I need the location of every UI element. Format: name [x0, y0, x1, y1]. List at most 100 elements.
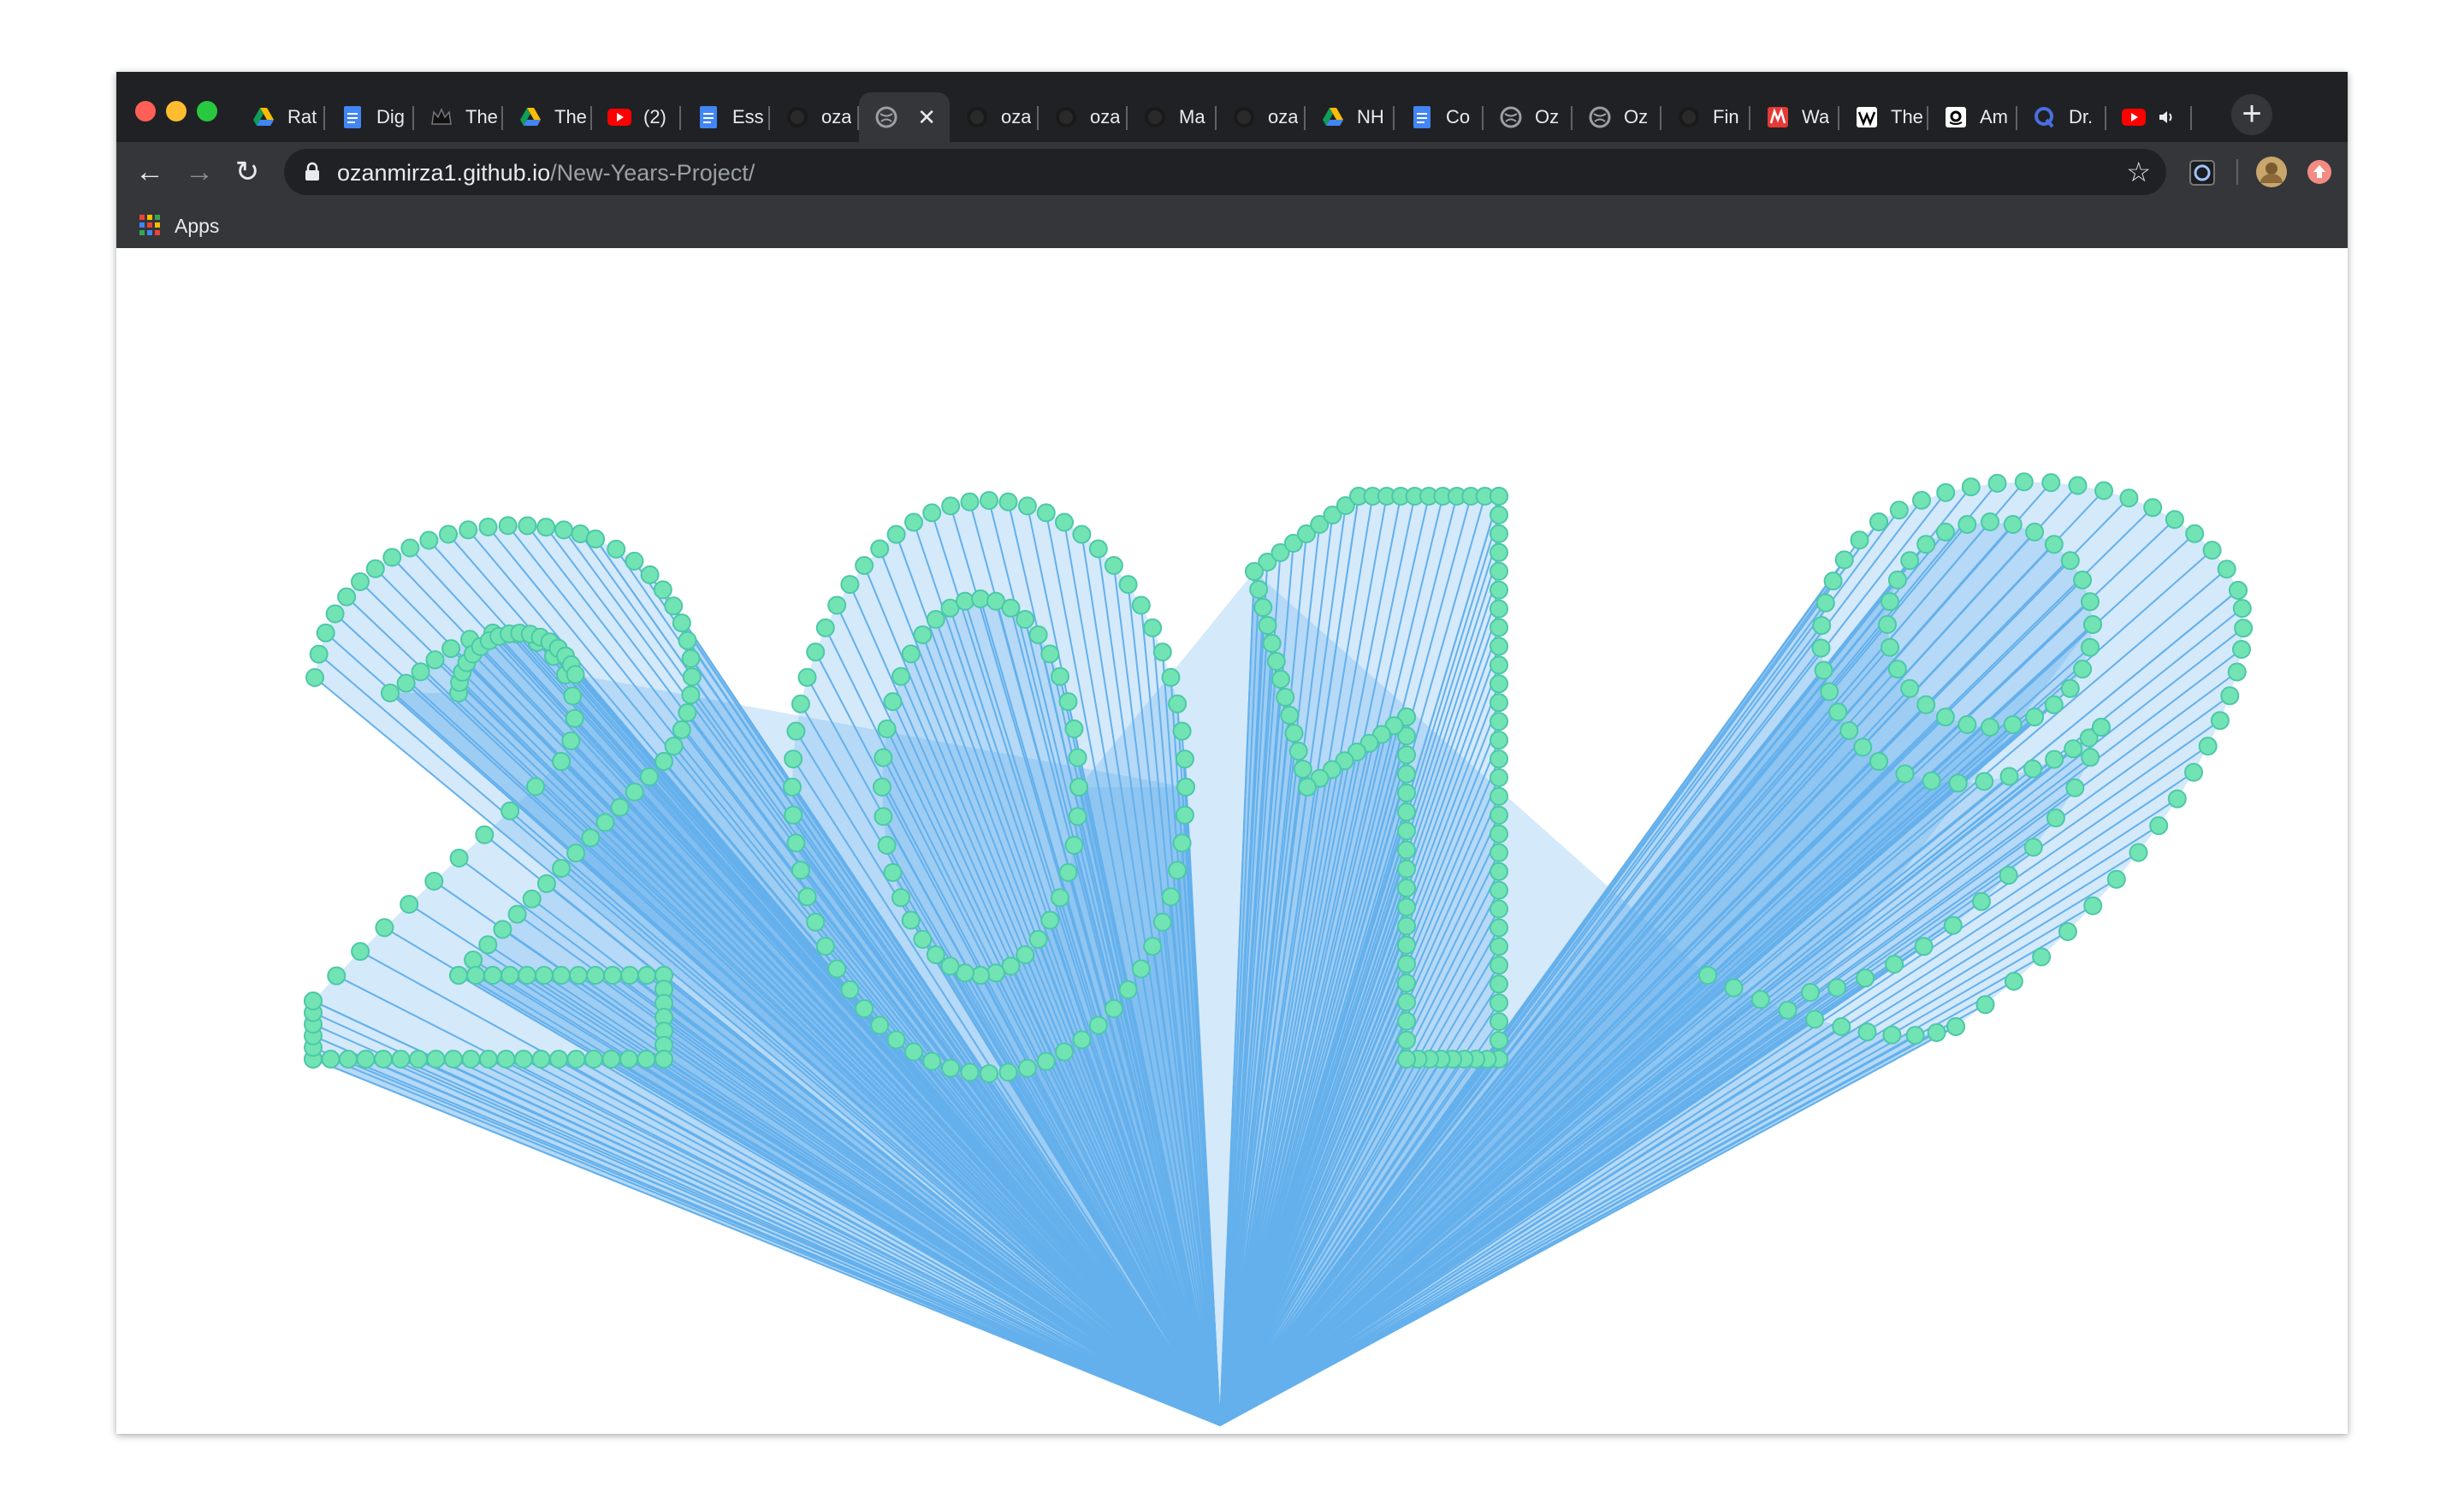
- outline-dot: [2081, 637, 2100, 657]
- tab-title: oza: [821, 106, 852, 127]
- tab-title: The: [554, 106, 587, 127]
- outline-dot: [1490, 993, 1508, 1013]
- outline-dot: [1161, 667, 1181, 687]
- tab-title: Dr.: [2069, 106, 2094, 127]
- google-drive-icon: [518, 105, 542, 129]
- outline-dot: [2064, 739, 2083, 759]
- reload-button[interactable]: ↻: [231, 156, 264, 188]
- outline-dot: [1293, 760, 1312, 779]
- apps-bookmark[interactable]: Apps: [175, 215, 219, 238]
- outline-dot: [1016, 610, 1035, 629]
- toolbar: ← → ↻ ozanmirza1.github.io/New-Years-Pro…: [116, 142, 2348, 202]
- outline-dot: [784, 749, 803, 769]
- audio-playing-icon[interactable]: [2158, 109, 2177, 126]
- outline-dot: [2044, 535, 2064, 554]
- outline-dot: [1069, 778, 1088, 796]
- outline-dot: [783, 778, 802, 796]
- tab-active[interactable]: ✕: [859, 92, 950, 142]
- outline-dot: [1490, 899, 1508, 919]
- outline-dot: [2232, 599, 2252, 619]
- tab-close-icon[interactable]: ✕: [917, 104, 936, 131]
- tab[interactable]: oza: [1217, 92, 1306, 142]
- outline-dot: [1143, 937, 1163, 956]
- new-tab-button[interactable]: +: [2231, 94, 2272, 135]
- bookmark-star-icon[interactable]: ☆: [2126, 156, 2151, 188]
- outline-dot: [2083, 615, 2102, 634]
- outline-dot: [1068, 807, 1087, 826]
- outline-dot: [2045, 749, 2064, 769]
- outline-dot: [1118, 980, 1138, 999]
- tab[interactable]: Dr.: [2017, 92, 2106, 142]
- outline-dot: [1958, 515, 1977, 534]
- tab-title: oza: [1268, 106, 1299, 127]
- outline-dot: [400, 538, 420, 558]
- outline-dot: [356, 1050, 376, 1069]
- outline-dot: [536, 518, 556, 537]
- tab[interactable]: Rat: [236, 92, 325, 142]
- outline-dot: [2023, 759, 2042, 779]
- tab[interactable]: The: [1839, 92, 1928, 142]
- address-bar[interactable]: ozanmirza1.github.io/New-Years-Project/ …: [284, 149, 2166, 195]
- outline-dot: [365, 559, 385, 578]
- outline-dot: [1058, 692, 1078, 712]
- tab[interactable]: oza: [950, 92, 1039, 142]
- outline-dot: [1397, 954, 1416, 974]
- google-docs-icon: [341, 105, 364, 129]
- maximize-window-button[interactable]: [197, 101, 217, 121]
- outline-dot: [1834, 550, 1854, 570]
- outline-dot: [563, 686, 583, 706]
- outline-dot: [1750, 990, 1770, 1010]
- close-window-button[interactable]: [135, 101, 156, 121]
- minimize-window-button[interactable]: [166, 101, 187, 121]
- forward-button[interactable]: →: [183, 156, 216, 188]
- outline-dot: [552, 966, 571, 985]
- tab[interactable]: Co: [1395, 92, 1484, 142]
- outline-dot: [1028, 625, 1048, 644]
- tab-title: The: [1891, 106, 1923, 127]
- outline-dot: [913, 930, 933, 949]
- outline-dot: [786, 721, 806, 741]
- outline-dot: [1131, 595, 1151, 615]
- tab[interactable]: Ess: [681, 92, 770, 142]
- tab-title: Am: [1980, 106, 2008, 127]
- tab-title: Oz: [1624, 106, 1649, 127]
- apps-grid-icon[interactable]: [139, 214, 161, 236]
- outline-dot: [1068, 748, 1087, 767]
- tab[interactable]: oza: [770, 92, 859, 142]
- outline-dot: [461, 1050, 481, 1069]
- tab[interactable]: Wa: [1750, 92, 1839, 142]
- tab[interactable]: oza: [1039, 92, 1128, 142]
- outline-dot: [1490, 1031, 1508, 1051]
- tab[interactable]: Fin: [1661, 92, 1750, 142]
- outline-dot: [1490, 768, 1508, 787]
- outline-dot: [1055, 1042, 1074, 1062]
- back-button[interactable]: ←: [133, 156, 166, 188]
- tab[interactable]: The: [503, 92, 592, 142]
- outline-dot: [552, 859, 571, 878]
- github-icon: [965, 105, 989, 129]
- outline-dot: [2232, 640, 2251, 659]
- outline-dot: [1051, 888, 1069, 908]
- outline-dot: [1118, 575, 1138, 595]
- tab[interactable]: The: [414, 92, 503, 142]
- tab[interactable]: Dig: [325, 92, 414, 142]
- extension-icon[interactable]: [2189, 159, 2216, 187]
- outline-dot: [1490, 712, 1508, 731]
- update-icon[interactable]: [2307, 159, 2332, 185]
- outline-dot: [672, 720, 691, 739]
- globe-icon: [1588, 105, 1612, 129]
- tab[interactable]: NH: [1306, 92, 1395, 142]
- outline-dot: [2119, 489, 2139, 508]
- tab[interactable]: Am: [1928, 92, 2017, 142]
- tab[interactable]: [2106, 92, 2192, 142]
- profile-avatar[interactable]: [2255, 156, 2288, 188]
- tab-title: NH: [1357, 106, 1384, 127]
- tab[interactable]: Oz: [1484, 92, 1573, 142]
- tab[interactable]: Oz: [1573, 92, 1661, 142]
- tab[interactable]: (2): [592, 92, 681, 142]
- outline-dot: [1961, 477, 1981, 497]
- outline-dot: [1490, 655, 1508, 675]
- tab[interactable]: Ma: [1128, 92, 1217, 142]
- outline-dot: [2083, 896, 2103, 915]
- outline-dot: [922, 1051, 942, 1071]
